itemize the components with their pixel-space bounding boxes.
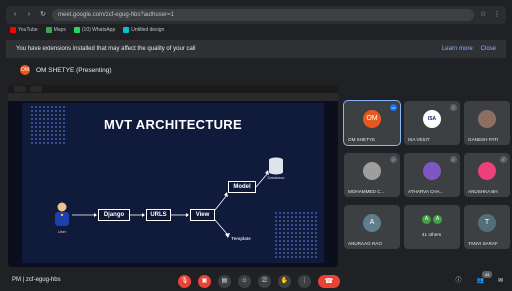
bookmark-star-icon[interactable]: ☆ [478,10,488,20]
chat-button[interactable]: ✉ [494,275,507,288]
avatar: A [422,215,431,224]
view-node: View [190,209,215,221]
presenter-label: OM OM SHETYE (Presenting) [20,65,112,75]
architecture-diagram [55,157,283,238]
participant-tile[interactable]: ⁄ MOHAMMED C... [344,153,400,197]
reload-icon[interactable]: ↻ [38,10,48,20]
participant-name: ANUSHKA BH [468,189,498,194]
participant-grid: OM ••• OM SHETYE ISA ⁄ ISA VESIT GANESH … [343,100,510,251]
meeting-code: zcf-egug-hbs [25,277,61,283]
urls-node: URLS [146,209,171,221]
reactions-button[interactable]: ☺ [238,275,251,288]
avatar [363,162,381,180]
extensions-icon[interactable]: ⋮ [492,10,502,20]
back-icon[interactable]: ‹ [10,10,20,20]
others-tile[interactable]: A A 41 others [404,205,460,249]
info-button[interactable]: ⓘ [452,275,465,288]
participant-name: ISA VESIT [408,137,430,142]
bookmarks-bar: YouTube Maps (10) WhatsApp Untitled desi… [6,24,506,36]
close-banner-button[interactable]: Close [481,46,496,52]
participant-name: TANVI SARAF [468,241,498,246]
learn-more-link[interactable]: Learn more [442,46,473,52]
bookmark-maps[interactable]: Maps [45,27,66,33]
model-node: Model [228,181,256,193]
meeting-controls: PM | zcf-egug-hbs 🎙 ▣ ▤ ☺ ⎚ ✋ ⋮ ☎ ⓘ 👥 43… [0,271,512,291]
present-button[interactable]: ⎚ [258,275,271,288]
django-node: Django [98,209,130,221]
bookmark-youtube[interactable]: YouTube [10,27,38,33]
captions-button[interactable]: ▤ [218,275,231,288]
participant-name: MOHAMMED C... [348,189,385,194]
leave-call-button[interactable]: ☎ [318,275,340,288]
avatar: A [363,214,381,232]
raise-hand-button[interactable]: ✋ [278,275,291,288]
arrow-view-template [214,219,229,236]
presenter-avatar: OM [20,65,30,75]
participant-tile[interactable]: ISA ⁄ ISA VESIT [404,101,460,145]
mic-off-icon: ⁄ [500,156,507,163]
presenter-name: OM SHETYE (Presenting) [36,66,112,74]
database-label: Database [267,175,285,180]
youtube-icon [10,27,16,33]
avatar: ISA [423,110,441,128]
banner-text: You have extensions installed that may a… [16,46,196,52]
others-avatars: A A [422,215,442,224]
participant-name: ATHARVA CHA... [408,189,444,194]
mic-off-icon: ⁄ [390,156,397,163]
mic-toggle-button[interactable]: 🎙 [178,275,191,288]
participant-count-badge: 43 [482,271,492,278]
participant-name: OM SHETYE [348,137,376,142]
participant-tile[interactable]: ⁄ ANUSHKA BH [464,153,510,197]
participant-tile[interactable]: A ANURAAG RAO [344,205,400,249]
participant-name: GANESH PATI [468,137,499,142]
browser-toolbar: ‹ › ↻ meet.google.com/zcf-egug-hbs?authu… [6,6,506,24]
meet-window: ‹ › ↻ meet.google.com/zcf-egug-hbs?authu… [0,0,512,291]
forward-icon[interactable]: › [24,10,34,20]
avatar [478,162,496,180]
shared-tab [30,86,42,92]
bookmark-canva[interactable]: Untitled design [123,27,164,33]
user-label: User [57,229,67,234]
participant-tile[interactable]: ⁄ ATHARVA CHA... [404,153,460,197]
address-bar[interactable]: meet.google.com/zcf-egug-hbs?authuser=1 [52,9,474,21]
presentation-slide: MVT ARCHITECTURE User Django URLS View M… [22,103,324,263]
mic-off-icon: ⁄ [450,104,457,111]
arrow-view-model [214,194,228,211]
avatar: A [433,215,442,224]
meeting-info: PM | zcf-egug-hbs [12,277,61,283]
avatar [423,162,441,180]
others-count: 41 others [422,232,442,237]
avatar: T [478,214,496,232]
shared-screen: MVT ARCHITECTURE User Django URLS View M… [8,85,338,267]
avatar [478,110,496,128]
canva-icon [123,27,130,33]
participant-tile[interactable]: GANESH PATI [464,101,510,145]
participant-name: ANURAAG RAO [348,241,382,246]
shared-address-bar [8,93,338,101]
mic-off-icon: ⁄ [450,156,457,163]
template-label: Template [231,236,251,241]
database-icon [269,157,283,175]
clock-time: PM [12,277,21,283]
avatar: OM [363,110,381,128]
shared-browser-tabs [8,85,338,93]
camera-toggle-button[interactable]: ▣ [198,275,211,288]
participant-tile[interactable]: T TANVI SARAF [464,205,510,249]
whatsapp-icon [73,27,80,33]
more-options-button[interactable]: ⋮ [298,275,311,288]
extension-warning-banner: You have extensions installed that may a… [6,40,506,58]
shared-tab [14,86,26,92]
participant-tile[interactable]: OM ••• OM SHETYE [343,100,401,146]
user-icon [55,202,69,226]
bookmark-whatsapp[interactable]: (10) WhatsApp [73,27,115,33]
maps-icon [45,27,52,33]
speaking-icon: ••• [390,104,397,111]
